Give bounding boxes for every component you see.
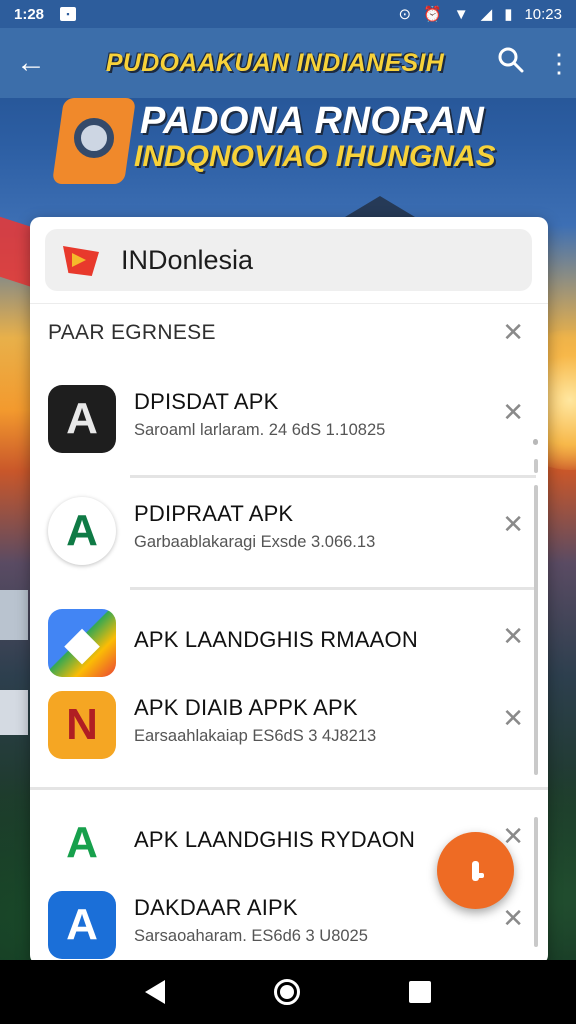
divider bbox=[130, 587, 536, 590]
app-icon: ◆ bbox=[48, 609, 116, 677]
app-title: PUDOAAKUAN INDIANESIH bbox=[105, 48, 445, 77]
alarm-icon: ⏰ bbox=[423, 6, 442, 23]
city-building bbox=[0, 690, 28, 735]
system-nav-bar bbox=[0, 960, 576, 1024]
search-icon[interactable] bbox=[498, 47, 524, 80]
remove-icon[interactable]: ✕ bbox=[502, 703, 524, 734]
result-title: DAKDAAR AIPK bbox=[134, 895, 298, 920]
clear-section-icon[interactable]: ✕ bbox=[502, 317, 524, 348]
banner-subtitle: INDQNOVIAO IHUNGNAS bbox=[134, 140, 496, 173]
magnifier-icon bbox=[74, 118, 114, 158]
search-query[interactable]: INDonlesia bbox=[121, 245, 253, 276]
battery-icon: ▮ bbox=[504, 6, 513, 23]
location-icon: ⊙ bbox=[398, 6, 412, 23]
scroll-indicator bbox=[533, 439, 538, 445]
app-icon: N bbox=[48, 691, 116, 759]
list-item[interactable]: A DPISDAT APK Saroaml larlaram. 24 6dS 1… bbox=[30, 371, 548, 467]
app-icon: A bbox=[48, 385, 116, 453]
scrollbar-thumb[interactable] bbox=[534, 459, 538, 473]
signal-icon: ◢ bbox=[480, 6, 493, 23]
status-icons: ⊙ ⏰ ▼ ◢ ▮ 10:23 bbox=[398, 5, 562, 24]
app-icon-glyph: A bbox=[66, 900, 98, 949]
result-subtitle: Sarsaoaharam. ES6d6 3 U8025 bbox=[134, 927, 368, 945]
result-title: APK LAANDGHIS RYDAON bbox=[134, 827, 416, 852]
nav-back-icon[interactable] bbox=[144, 980, 165, 1004]
app-bar: ← PUDOAAKUAN INDIANESIH ⋮ bbox=[0, 28, 576, 98]
notification-icon: ▪ bbox=[60, 7, 77, 21]
floating-action-button[interactable] bbox=[437, 832, 514, 909]
divider bbox=[130, 475, 536, 478]
fab-icon bbox=[472, 860, 484, 881]
app-icon: A bbox=[48, 497, 116, 565]
nav-recents-icon[interactable] bbox=[409, 981, 432, 1003]
app-icon-glyph: A bbox=[66, 394, 98, 443]
result-subtitle: Earsaahlakaiap ES6dS 3 4J8213 bbox=[134, 727, 377, 745]
result-title: APK LAANDGHIS RMAAON bbox=[134, 627, 418, 652]
result-subtitle: Garbaablakaragi Exsde 3.066.13 bbox=[134, 533, 376, 551]
app-icon-glyph: ◆ bbox=[65, 618, 99, 668]
app-icon-glyph: A bbox=[66, 506, 98, 555]
wifi-icon: ▼ bbox=[453, 5, 469, 23]
remove-icon[interactable]: ✕ bbox=[502, 397, 524, 428]
result-subtitle: Saroaml larlaram. 24 6dS 1.10825 bbox=[134, 421, 386, 439]
result-title: APK DIAIB APPK APK bbox=[134, 695, 358, 720]
result-title: DPISDAT APK bbox=[134, 389, 279, 414]
divider bbox=[30, 303, 548, 304]
section-heading: PAAR EGRNESE bbox=[48, 321, 216, 344]
back-arrow-icon[interactable]: ← bbox=[16, 46, 60, 80]
status-time: 1:28 bbox=[14, 5, 45, 23]
remove-icon[interactable]: ✕ bbox=[502, 903, 524, 934]
status-bar: 1:28 ▪ ⊙ ⏰ ▼ ◢ ▮ 10:23 bbox=[0, 0, 576, 28]
app-logo-icon bbox=[63, 244, 99, 276]
promo-banner: PADONA RNORAN INDQNOVIAO IHUNGNAS bbox=[0, 98, 576, 198]
nav-home-icon[interactable] bbox=[273, 979, 300, 1005]
list-item[interactable]: A PDIPRAAT APK Garbaablakaragi Exsde 3.0… bbox=[30, 483, 548, 579]
search-input[interactable]: INDonlesia bbox=[45, 229, 532, 291]
app-icon-glyph: A bbox=[66, 818, 98, 867]
app-icon-glyph: N bbox=[66, 700, 98, 749]
city-building bbox=[0, 590, 28, 640]
list-item[interactable]: N APK DIAIB APPK APK Earsaahlakaiap ES6d… bbox=[30, 677, 548, 773]
banner-title: PADONA RNORAN bbox=[140, 100, 485, 142]
remove-icon[interactable]: ✕ bbox=[502, 621, 524, 652]
status-clock: 10:23 bbox=[524, 5, 562, 23]
remove-icon[interactable]: ✕ bbox=[502, 509, 524, 540]
app-icon: A bbox=[48, 891, 116, 959]
scrollbar-track[interactable] bbox=[534, 817, 538, 947]
result-title: PDIPRAAT APK bbox=[134, 501, 294, 526]
scrollbar-track[interactable] bbox=[534, 485, 538, 775]
divider bbox=[30, 787, 548, 790]
app-icon: A bbox=[48, 809, 116, 877]
more-vert-icon[interactable]: ⋮ bbox=[546, 48, 572, 79]
